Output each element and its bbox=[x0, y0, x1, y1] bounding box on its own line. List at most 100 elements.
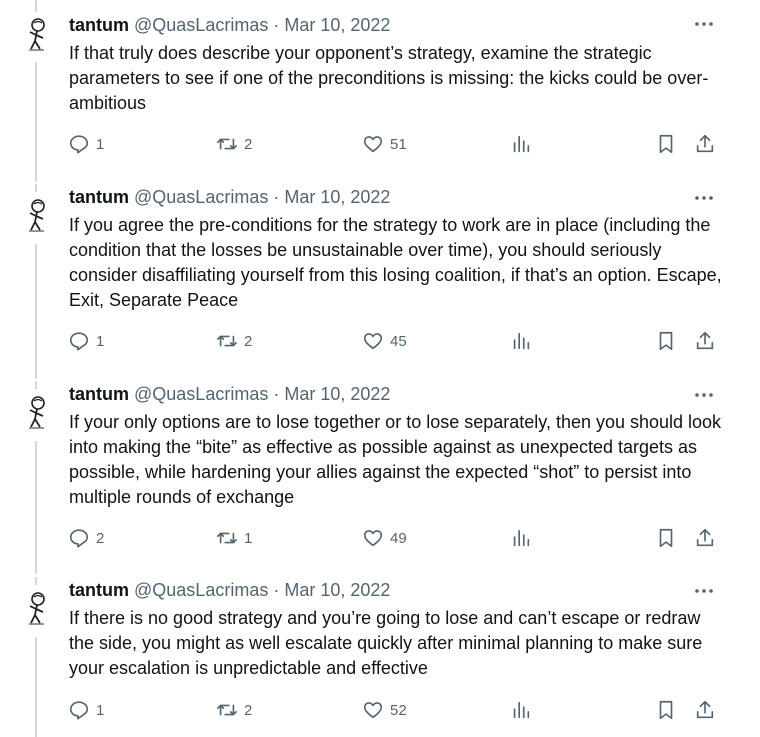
like-count: 49 bbox=[390, 529, 407, 547]
ellipsis-icon[interactable] bbox=[692, 383, 716, 407]
separator-dot: · bbox=[273, 384, 280, 404]
thread-timeline: tantum @QuasLacrimas · Mar 10, 2022 If tha… bbox=[0, 0, 760, 737]
share-button[interactable] bbox=[694, 329, 716, 353]
views-button[interactable] bbox=[510, 698, 532, 722]
reply-button[interactable]: 1 bbox=[68, 698, 104, 722]
reply-button[interactable]: 1 bbox=[68, 329, 104, 353]
tweet-header: tantum @QuasLacrimas · Mar 10, 2022 bbox=[69, 185, 390, 209]
sketch-figure-avatar-icon bbox=[17, 588, 57, 628]
thread-connector bbox=[35, 244, 37, 379]
author-handle[interactable]: @QuasLacrimas bbox=[134, 187, 268, 207]
retweet-icon bbox=[217, 704, 237, 716]
tweet-text: If that truly does describe your opponen… bbox=[69, 43, 709, 113]
bookmark-icon bbox=[659, 528, 673, 548]
reply-button[interactable]: 1 bbox=[68, 132, 104, 156]
tweet-date[interactable]: Mar 10, 2022 bbox=[284, 187, 390, 207]
retweet-button[interactable]: 2 bbox=[216, 132, 252, 156]
retweet-button[interactable]: 2 bbox=[216, 698, 252, 722]
retweet-icon bbox=[217, 335, 237, 347]
reply-icon bbox=[69, 332, 89, 351]
tweet-text: If your only options are to lose togethe… bbox=[69, 412, 722, 507]
like-button[interactable]: 49 bbox=[362, 526, 407, 550]
sketch-figure-avatar-icon bbox=[17, 195, 57, 235]
heart-icon bbox=[363, 702, 383, 719]
thread-connector bbox=[35, 62, 37, 182]
tweet-header: tantum @QuasLacrimas · Mar 10, 2022 bbox=[69, 382, 390, 406]
reply-button[interactable]: 2 bbox=[68, 526, 104, 550]
bookmark-button[interactable] bbox=[655, 132, 677, 156]
thread-connector bbox=[35, 577, 37, 585]
like-button[interactable]: 45 bbox=[362, 329, 407, 353]
reply-count: 1 bbox=[96, 701, 105, 719]
author-handle[interactable]: @QuasLacrimas bbox=[134, 15, 268, 35]
author-name[interactable]: tantum bbox=[69, 580, 129, 600]
author-name[interactable]: tantum bbox=[69, 187, 129, 207]
analytics-icon bbox=[513, 332, 530, 350]
separator-dot: · bbox=[273, 187, 280, 207]
retweet-button[interactable]: 1 bbox=[216, 526, 252, 550]
tweet-actions: 1 2 45 bbox=[0, 329, 760, 353]
tweet-header: tantum @QuasLacrimas · Mar 10, 2022 bbox=[69, 578, 390, 602]
share-button[interactable] bbox=[694, 526, 716, 550]
separator-dot: · bbox=[273, 580, 280, 600]
tweet[interactable]: tantum @QuasLacrimas · Mar 10, 2022 If tha… bbox=[0, 0, 760, 182]
heart-icon bbox=[363, 136, 383, 153]
like-button[interactable]: 51 bbox=[362, 132, 407, 156]
avatar[interactable] bbox=[17, 14, 57, 54]
separator-dot: · bbox=[273, 15, 280, 35]
tweet-header: tantum @QuasLacrimas · Mar 10, 2022 bbox=[69, 13, 390, 37]
share-icon bbox=[696, 134, 714, 153]
analytics-icon bbox=[513, 529, 530, 547]
views-button[interactable] bbox=[510, 132, 532, 156]
share-icon bbox=[696, 528, 714, 547]
views-button[interactable] bbox=[510, 329, 532, 353]
avatar[interactable] bbox=[17, 195, 57, 235]
tweet-date[interactable]: Mar 10, 2022 bbox=[284, 384, 390, 404]
bookmark-button[interactable] bbox=[655, 698, 677, 722]
bookmark-icon bbox=[659, 134, 673, 154]
avatar[interactable] bbox=[17, 588, 57, 628]
retweet-icon bbox=[217, 138, 237, 150]
ellipsis-icon[interactable] bbox=[692, 186, 716, 210]
author-handle[interactable]: @QuasLacrimas bbox=[134, 580, 268, 600]
bookmark-button[interactable] bbox=[655, 329, 677, 353]
author-name[interactable]: tantum bbox=[69, 384, 129, 404]
thread-connector bbox=[35, 441, 37, 574]
bookmark-icon bbox=[659, 700, 673, 720]
retweet-count: 2 bbox=[244, 135, 253, 153]
tweet[interactable]: tantum @QuasLacrimas · Mar 10, 2022 If the… bbox=[0, 577, 760, 737]
tweet-date[interactable]: Mar 10, 2022 bbox=[284, 580, 390, 600]
bookmark-button[interactable] bbox=[655, 526, 677, 550]
thread-connector bbox=[35, 0, 37, 12]
reply-icon bbox=[69, 701, 89, 720]
retweet-icon bbox=[217, 532, 237, 544]
like-button[interactable]: 52 bbox=[362, 698, 407, 722]
like-count: 45 bbox=[390, 332, 407, 350]
tweet-text: If you agree the pre-conditions for the … bbox=[69, 215, 722, 310]
reply-icon bbox=[69, 529, 89, 548]
bookmark-icon bbox=[659, 331, 673, 351]
analytics-icon bbox=[513, 135, 530, 153]
share-button[interactable] bbox=[694, 132, 716, 156]
like-count: 52 bbox=[390, 701, 407, 719]
share-button[interactable] bbox=[694, 698, 716, 722]
retweet-button[interactable]: 2 bbox=[216, 329, 252, 353]
reply-icon bbox=[69, 135, 89, 154]
tweet[interactable]: tantum @QuasLacrimas · Mar 10, 2022 If you… bbox=[0, 381, 760, 574]
avatar[interactable] bbox=[17, 392, 57, 432]
analytics-icon bbox=[513, 701, 530, 719]
ellipsis-icon[interactable] bbox=[692, 12, 716, 36]
tweet-date[interactable]: Mar 10, 2022 bbox=[284, 15, 390, 35]
heart-icon bbox=[363, 530, 383, 547]
tweet-text: If there is no good strategy and you’re … bbox=[69, 608, 703, 678]
ellipsis-icon[interactable] bbox=[692, 579, 716, 603]
tweet-actions: 1 2 51 bbox=[0, 132, 760, 156]
author-handle[interactable]: @QuasLacrimas bbox=[134, 384, 268, 404]
author-name[interactable]: tantum bbox=[69, 15, 129, 35]
share-icon bbox=[696, 331, 714, 350]
like-count: 51 bbox=[390, 135, 407, 153]
tweet[interactable]: tantum @QuasLacrimas · Mar 10, 2022 If you… bbox=[0, 184, 760, 379]
retweet-count: 2 bbox=[244, 701, 253, 719]
thread-connector bbox=[35, 184, 37, 192]
views-button[interactable] bbox=[510, 526, 532, 550]
